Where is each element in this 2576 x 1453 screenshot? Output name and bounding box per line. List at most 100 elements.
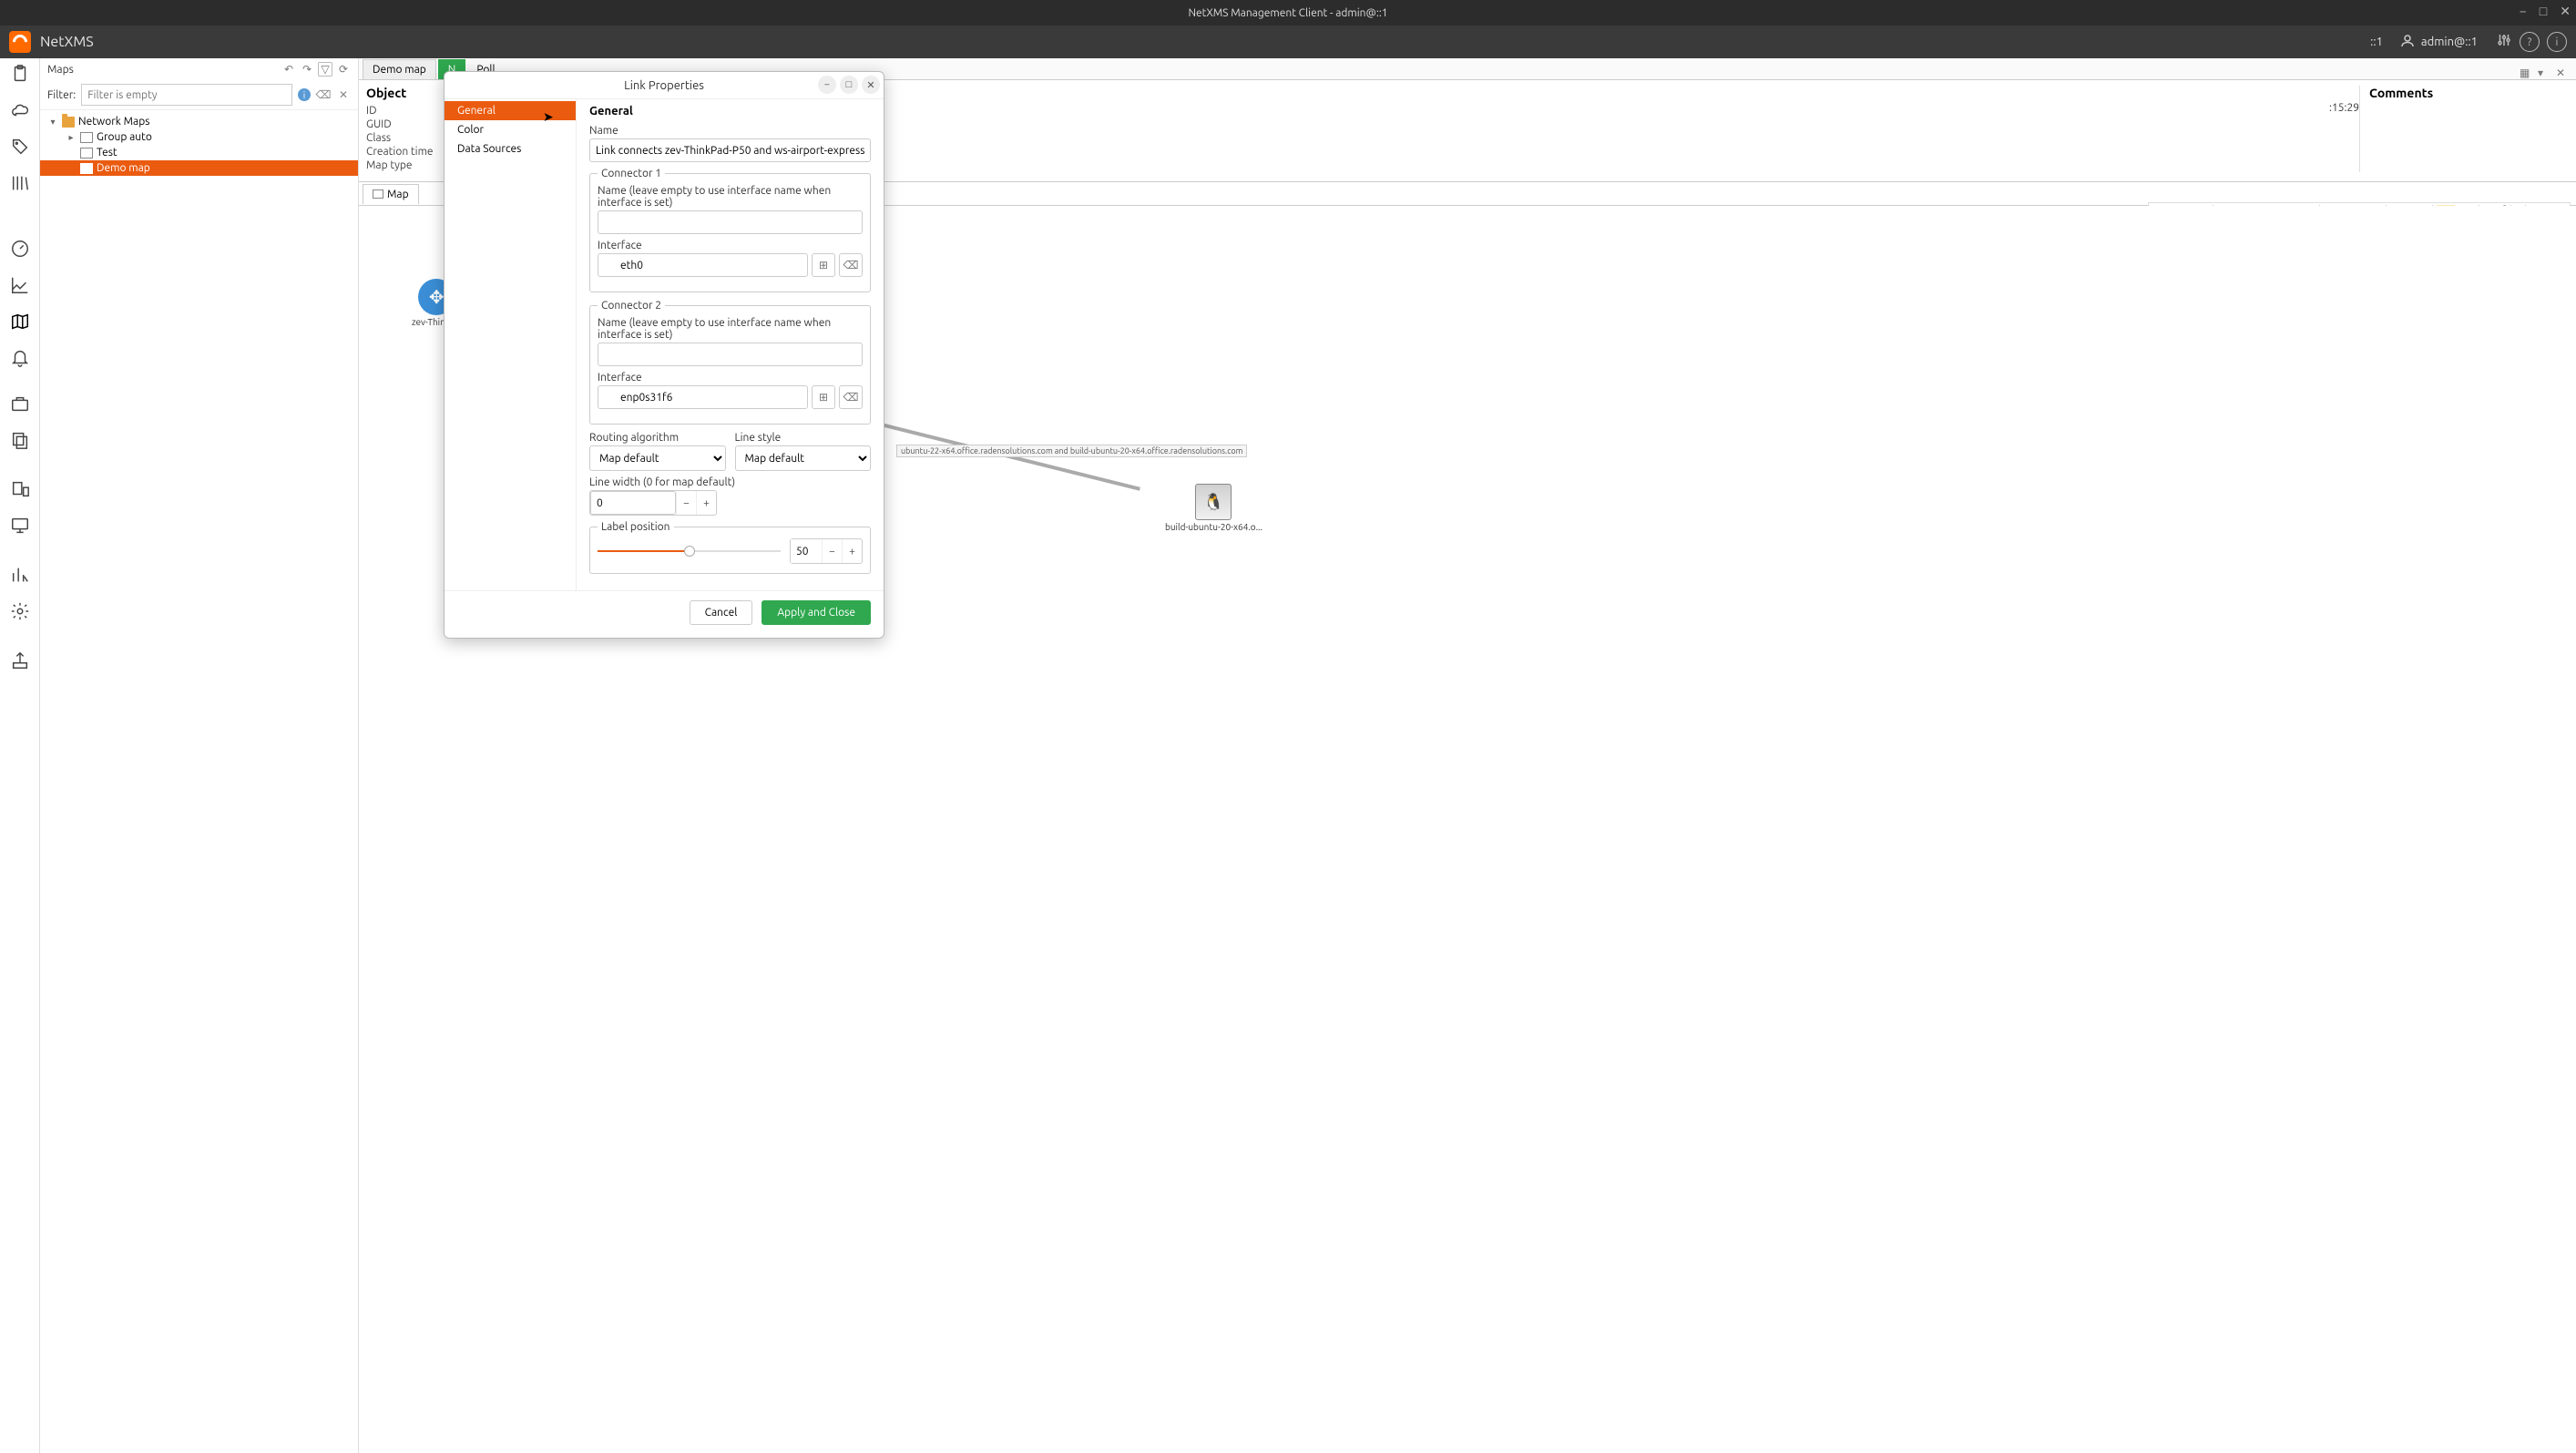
sliders-icon[interactable] [2496, 32, 2512, 52]
labelpos-decrement[interactable]: − [822, 539, 842, 563]
conn2-pick-icon[interactable]: ⊞ [812, 385, 835, 409]
rail-map-icon[interactable] [10, 312, 30, 332]
filter-input[interactable] [81, 84, 292, 106]
rail-gauge-icon[interactable] [10, 239, 30, 259]
cancel-button[interactable]: Cancel [690, 600, 753, 625]
map-node-b[interactable]: build-ubuntu-20-x64.o... [1165, 484, 1262, 532]
conn1-name-input[interactable] [598, 210, 863, 234]
app-logo-icon [9, 31, 31, 53]
name-input[interactable] [589, 138, 871, 162]
filter-label: Filter: [47, 89, 76, 101]
filter-erase-icon[interactable]: ⌫ [316, 87, 331, 102]
rail-briefcase-icon[interactable] [10, 394, 30, 414]
labelpos-increment[interactable]: + [842, 539, 862, 563]
section-heading: General [589, 99, 871, 125]
server-icon [1195, 484, 1232, 520]
maps-tree: ▾ Network Maps ▸ Group auto Test Demo [40, 110, 358, 179]
conn2-name-input[interactable] [598, 343, 863, 366]
rail-cloud-icon[interactable] [10, 100, 30, 120]
rail-library-icon[interactable] [10, 173, 30, 193]
routing-select[interactable]: Map default [589, 445, 726, 471]
tree-item-demo-map[interactable]: Demo map [40, 160, 358, 176]
tree-twisty-icon[interactable]: ▸ [66, 132, 77, 143]
rail-monitor-icon[interactable] [10, 516, 30, 536]
slider-thumb[interactable] [684, 546, 695, 557]
rail-device-icon[interactable] [10, 479, 30, 499]
rail-bell-icon[interactable] [10, 348, 30, 368]
tree-item-test[interactable]: Test [40, 145, 358, 160]
link-properties-dialog: Link Properties − □ ✕ General Color Data… [444, 71, 884, 639]
linewidth-stepper[interactable]: − + [589, 490, 717, 516]
labelpos-label: Label position [598, 521, 674, 533]
tab-tool2-icon[interactable]: ▾ [2538, 67, 2550, 79]
name-label: Name [589, 125, 871, 137]
linestyle-select[interactable]: Map default [735, 445, 872, 471]
conn1-clear-icon[interactable]: ⌫ [839, 253, 863, 277]
conn2-iface-label: Interface [598, 372, 863, 384]
conn1-iface-input[interactable] [598, 253, 808, 277]
panel-forward-icon[interactable]: ↷ [300, 62, 314, 77]
server-label: ::1 [2370, 36, 2383, 48]
tree-label: Network Maps [78, 116, 149, 128]
conn1-pick-icon[interactable]: ⊞ [812, 253, 835, 277]
labelpos-input[interactable] [791, 539, 822, 563]
conn2-iface-input[interactable] [598, 385, 808, 409]
panel-title: Maps [47, 64, 74, 76]
rail-clipboard-icon[interactable] [10, 64, 30, 84]
filter-clear-icon[interactable]: ✕ [336, 87, 351, 102]
info-icon[interactable]: i [2547, 32, 2567, 52]
rail-chart-icon[interactable] [10, 275, 30, 295]
prop-key: Class [366, 132, 448, 144]
app-header: NetXMS ::1 admin@::1 ? i [0, 26, 2576, 58]
tab-demo-map[interactable]: Demo map [363, 59, 436, 79]
dialog-close-icon[interactable]: ✕ [862, 76, 880, 94]
tab-tool1-icon[interactable]: ▦ [2520, 67, 2532, 79]
linewidth-input[interactable] [590, 491, 676, 515]
rail-stats-icon[interactable] [10, 565, 30, 585]
user-menu[interactable]: admin@::1 [2399, 33, 2478, 52]
labelpos-slider[interactable] [598, 542, 781, 560]
tree-label: Test [97, 147, 118, 159]
rail-gear-icon[interactable] [10, 601, 30, 621]
nav-data-sources[interactable]: Data Sources [445, 139, 576, 159]
connector2-legend: Connector 2 [598, 300, 665, 312]
window-maximize-icon[interactable]: □ [2540, 4, 2547, 19]
panel-back-icon[interactable]: ↶ [281, 62, 296, 77]
window-close-icon[interactable]: ✕ [2560, 4, 2571, 19]
map-tab[interactable]: Map [363, 184, 419, 204]
linewidth-decrement[interactable]: − [676, 491, 696, 515]
routing-label: Routing algorithm [589, 432, 726, 444]
apply-close-button[interactable]: Apply and Close [762, 600, 871, 625]
linewidth-increment[interactable]: + [696, 491, 716, 515]
filter-info-icon[interactable]: i [298, 88, 311, 101]
dialog-title: Link Properties [624, 79, 704, 92]
tree-item-group-auto[interactable]: ▸ Group auto [40, 129, 358, 145]
os-titlebar: NetXMS Management Client - admin@::1 − □… [0, 0, 2576, 26]
panel-refresh-icon[interactable]: ⟳ [336, 62, 351, 77]
object-time: :15:29 [2329, 102, 2359, 114]
window-minimize-icon[interactable]: − [2520, 4, 2527, 19]
rail-tags-icon[interactable] [10, 137, 30, 157]
tab-close-icon[interactable]: ✕ [2556, 67, 2569, 79]
nav-general[interactable]: General [445, 101, 576, 120]
dialog-minimize-icon[interactable]: − [818, 76, 836, 94]
dialog-nav: General Color Data Sources [445, 99, 577, 590]
rail-export-icon[interactable] [10, 650, 30, 670]
user-label: admin@::1 [2421, 36, 2478, 48]
nav-color[interactable]: Color [445, 120, 576, 139]
dialog-maximize-icon[interactable]: □ [840, 76, 858, 94]
panel-filter-icon[interactable]: ▽ [318, 62, 332, 77]
prop-key: Creation time [366, 146, 448, 158]
map-icon [80, 148, 93, 159]
help-icon[interactable]: ? [2520, 32, 2540, 52]
rail-copy-icon[interactable] [10, 430, 30, 450]
prop-key: ID [366, 105, 448, 117]
conn1-name-label: Name (leave empty to use interface name … [598, 185, 863, 209]
linewidth-label: Line width (0 for map default) [589, 476, 871, 488]
prop-key: Map type [366, 159, 448, 171]
conn2-clear-icon[interactable]: ⌫ [839, 385, 863, 409]
map-link-label: ubuntu-22-x64.office.radensolutions.com … [896, 445, 1247, 457]
labelpos-group: Label position − + [589, 521, 871, 574]
tree-root[interactable]: ▾ Network Maps [40, 114, 358, 129]
tree-twisty-icon[interactable]: ▾ [47, 117, 58, 128]
